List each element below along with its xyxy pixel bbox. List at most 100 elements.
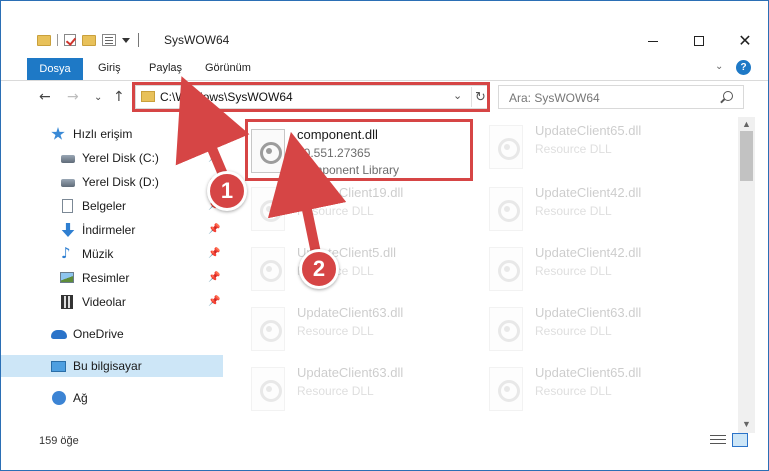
new-folder-icon[interactable] (82, 34, 96, 46)
file-name: UpdateClient65.dll (535, 123, 642, 138)
large-icons-view-icon[interactable] (732, 433, 748, 447)
tab-file[interactable]: Dosya (27, 58, 83, 80)
title-bar: SysWOW64 ✕ (1, 1, 768, 55)
search-input[interactable]: Ara: SysWOW64 (498, 85, 744, 109)
callout-badge-1: 1 (207, 171, 247, 211)
recent-locations-chevron-icon[interactable]: ⌄ (94, 92, 102, 103)
close-icon: ✕ (738, 31, 752, 50)
window-title: SysWOW64 (164, 33, 230, 47)
sidebar-item-local-disk-c[interactable]: Yerel Disk (C:) 📌 (1, 147, 223, 169)
tab-view[interactable]: Görünüm (205, 62, 251, 74)
sidebar-item-videos[interactable]: Videolar 📌 (1, 291, 223, 313)
sidebar-item-documents[interactable]: Belgeler 📌 (1, 195, 223, 217)
up-arrow-icon[interactable]: ↑ (113, 89, 125, 105)
scroll-thumb[interactable] (740, 131, 753, 181)
file-highlight-frame (245, 119, 473, 181)
scroll-down-arrow-icon[interactable]: ▼ (742, 419, 751, 429)
help-icon[interactable]: ? (736, 60, 751, 75)
sidebar-item-this-pc[interactable]: Bu bilgisayar (1, 355, 223, 377)
tab-home[interactable]: Giriş (98, 62, 121, 74)
sidebar-item-pictures[interactable]: Resimler 📌 (1, 267, 223, 289)
details-view-icon[interactable] (710, 435, 726, 447)
file-description: Resource DLL (297, 204, 374, 218)
file-item[interactable]: UpdateClient5.dll Resource DLL (251, 241, 471, 301)
sidebar-item-onedrive[interactable]: OneDrive (1, 323, 223, 345)
tab-share[interactable]: Paylaş (149, 62, 182, 74)
videos-icon (61, 295, 73, 309)
customize-toolbar-chevron-icon[interactable] (122, 37, 130, 43)
file-description: Resource DLL (535, 384, 612, 398)
documents-icon (62, 199, 73, 213)
sidebar-item-label: Hızlı erişim (73, 127, 133, 141)
file-explorer-window: SysWOW64 ✕ Dosya Giriş Paylaş Görünüm ⌄ … (0, 0, 769, 471)
file-name: UpdateClient63.dll (297, 365, 404, 380)
sidebar-item-downloads[interactable]: İndirmeler 📌 (1, 219, 223, 241)
address-highlight-frame (132, 82, 490, 112)
close-button[interactable]: ✕ (722, 27, 768, 55)
forward-arrow-icon[interactable]: → (67, 89, 79, 105)
file-item[interactable]: UpdateClient63.dll Resource DLL (251, 301, 471, 361)
search-icon[interactable] (723, 91, 733, 101)
music-icon: ♪ (61, 244, 71, 262)
sidebar-item-music[interactable]: ♪ Müzik 📌 (1, 243, 223, 265)
file-name: UpdateClient65.dll (535, 365, 642, 380)
status-bar: 159 öğe (1, 433, 768, 470)
navigation-pane: Hızlı erişim Yerel Disk (C:) 📌 Yerel Dis… (1, 117, 223, 433)
dll-file-icon (489, 187, 523, 231)
callout-badge-2: 2 (299, 249, 339, 289)
dll-file-icon (489, 367, 523, 411)
dll-file-icon (251, 307, 285, 351)
sidebar-item-label: Yerel Disk (D:) (82, 175, 159, 189)
sidebar-item-label: Videolar (82, 295, 126, 309)
back-arrow-icon[interactable]: ← (39, 89, 51, 105)
sidebar-item-local-disk-d[interactable]: Yerel Disk (D:) 📌 (1, 171, 223, 193)
dll-file-icon (489, 247, 523, 291)
expand-ribbon-chevron-icon[interactable]: ⌄ (715, 61, 727, 73)
pin-icon[interactable]: 📌 (208, 224, 220, 235)
file-item[interactable]: UpdateClient42.dll Resource DLL (489, 241, 709, 301)
dll-file-icon (251, 187, 285, 231)
pin-icon[interactable]: 📌 (208, 248, 220, 259)
file-name: UpdateClient63.dll (297, 305, 404, 320)
properties-check-icon[interactable] (64, 34, 76, 46)
file-item[interactable]: UpdateClient63.dll Resource DLL (489, 301, 709, 361)
item-count: 159 öğe (39, 435, 79, 447)
vertical-scrollbar[interactable]: ▲ ▼ (738, 117, 755, 433)
file-name: UpdateClient42.dll (535, 185, 642, 200)
sidebar-item-label: Bu bilgisayar (73, 359, 142, 373)
dll-file-icon (251, 247, 285, 291)
scroll-up-arrow-icon[interactable]: ▲ (742, 119, 751, 129)
quick-access-toolbar (37, 33, 139, 47)
downloads-icon (61, 223, 75, 237)
pictures-icon (60, 272, 74, 283)
file-item[interactable]: UpdateClient42.dll Resource DLL (489, 181, 709, 241)
pin-icon[interactable]: 📌 (208, 152, 220, 163)
sidebar-item-network[interactable]: Ağ (1, 387, 223, 409)
file-name: UpdateClient63.dll (535, 305, 642, 320)
sidebar-item-quick-access[interactable]: Hızlı erişim (1, 123, 223, 145)
file-item[interactable]: UpdateClient19.dll Resource DLL (251, 181, 471, 241)
pin-icon[interactable]: 📌 (208, 272, 220, 283)
file-item[interactable]: UpdateClient63.dll Resource DLL (251, 361, 471, 421)
dll-file-icon (489, 307, 523, 351)
cloud-icon (51, 330, 67, 339)
list-icon[interactable] (102, 34, 116, 46)
star-icon (51, 127, 65, 140)
dll-file-icon (489, 125, 523, 169)
pin-icon[interactable]: 📌 (208, 296, 220, 307)
drive-icon (61, 179, 75, 187)
maximize-icon (694, 36, 704, 46)
file-item[interactable]: UpdateClient65.dll Resource DLL (489, 119, 709, 179)
toolbar-divider (57, 34, 58, 46)
sidebar-item-label: OneDrive (73, 327, 124, 341)
folder-icon[interactable] (37, 34, 51, 46)
ribbon-tabs: Dosya Giriş Paylaş Görünüm ⌄ ? (1, 55, 768, 81)
minimize-button[interactable] (630, 27, 676, 55)
maximize-button[interactable] (676, 27, 722, 55)
network-icon (52, 391, 66, 405)
sidebar-item-label: İndirmeler (82, 223, 136, 237)
dll-file-icon (251, 367, 285, 411)
file-name: UpdateClient19.dll (297, 185, 404, 200)
file-item[interactable]: UpdateClient65.dll Resource DLL (489, 361, 709, 421)
file-description: Resource DLL (535, 142, 612, 156)
